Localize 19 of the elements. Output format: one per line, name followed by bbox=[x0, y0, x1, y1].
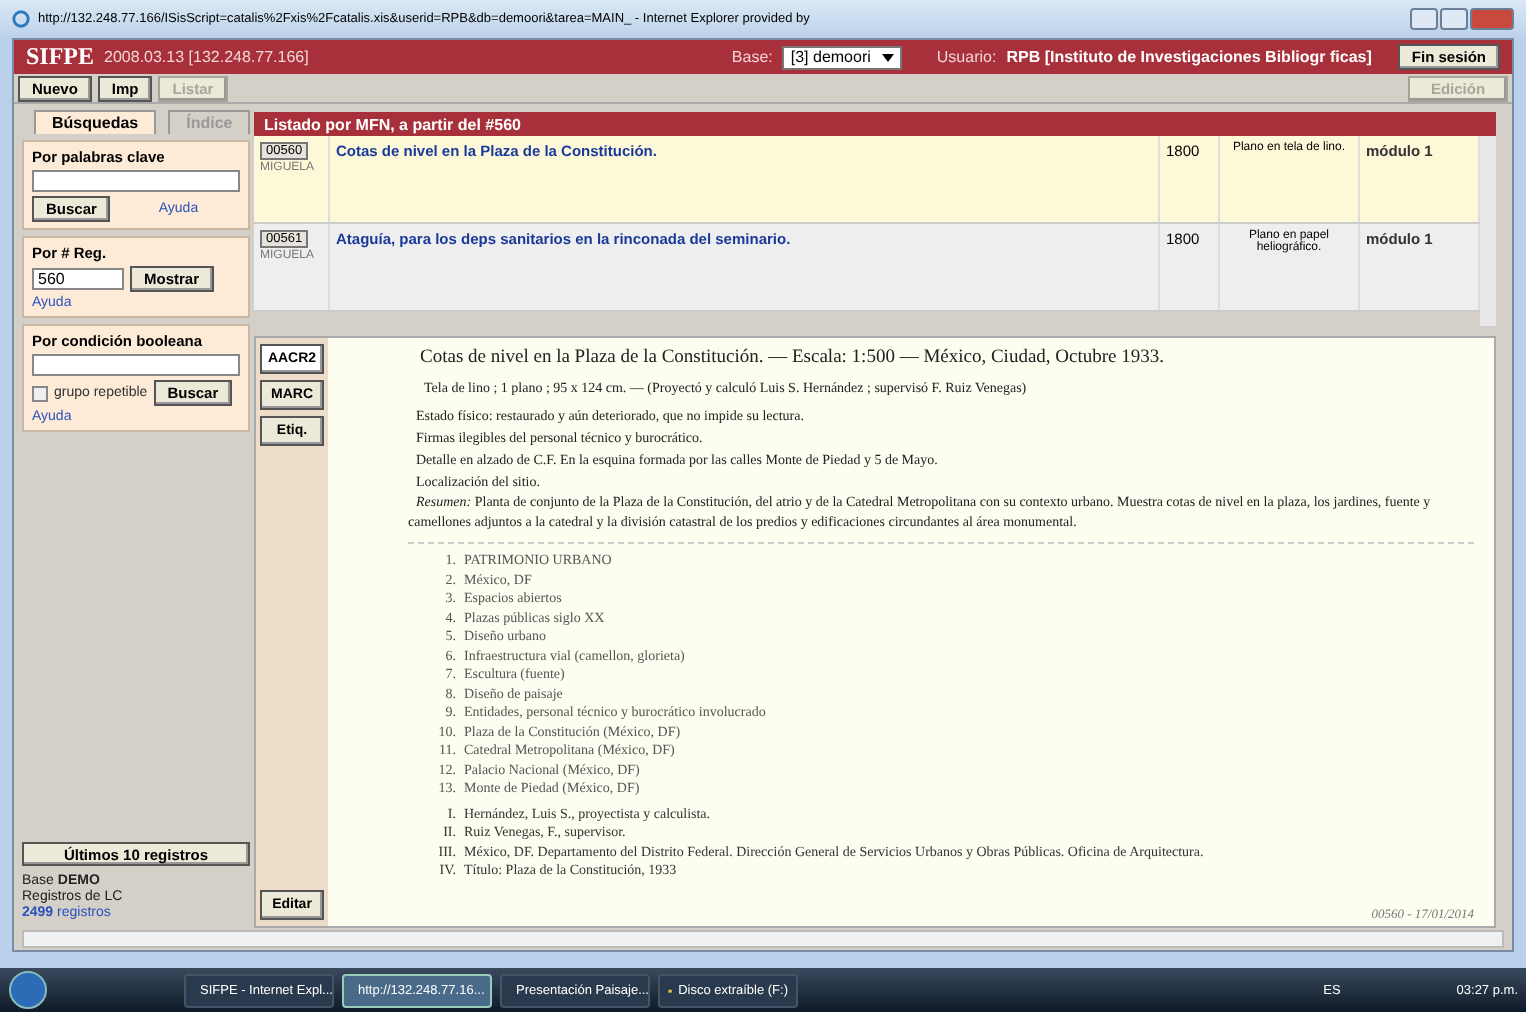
tab[interactable]: Búsquedas bbox=[34, 110, 157, 134]
query-field[interactable] bbox=[32, 354, 240, 376]
minimize-button[interactable] bbox=[1410, 8, 1438, 30]
user-label: Usuario: bbox=[936, 48, 997, 66]
start-button[interactable] bbox=[8, 970, 48, 1010]
listing-header: Listado por MFN, a partir del #560 bbox=[254, 112, 1496, 136]
app-name: SIFPE bbox=[26, 42, 95, 72]
maximize-button[interactable] bbox=[1440, 8, 1468, 30]
base-label: Base: bbox=[731, 48, 773, 66]
record-heading: Cotas de nivel en la Plaza de la Constitución. — Escala: 1:500 — México, Ciudad, Octubre 1933. bbox=[418, 348, 1167, 368]
browser-icon bbox=[12, 10, 30, 28]
user-name: RPB [Instituto de Investigaciones Bibliogr ficas] bbox=[1006, 48, 1372, 66]
version-text: 2008.03.13 [132.248.77.166] bbox=[104, 48, 311, 66]
dropdown-caret-icon bbox=[882, 53, 895, 61]
horizontal-scrollbar[interactable] bbox=[22, 930, 1504, 948]
keyword-field[interactable] bbox=[32, 170, 240, 192]
base-select[interactable]: [3] demoori bbox=[782, 45, 903, 69]
checkbox[interactable] bbox=[32, 385, 48, 401]
record-field[interactable]: 560 bbox=[32, 268, 124, 290]
